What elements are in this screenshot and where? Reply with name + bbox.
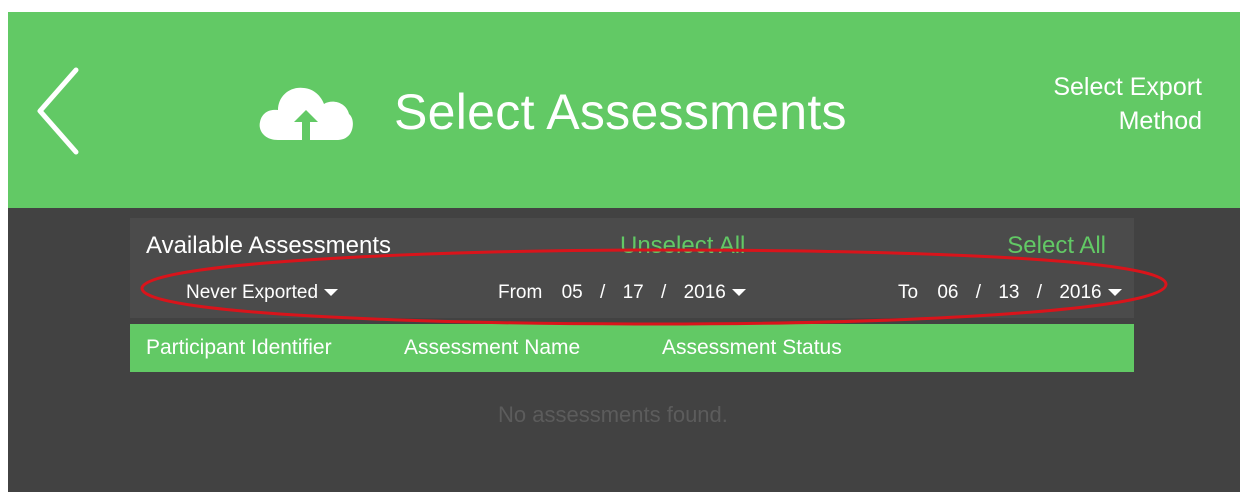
- from-day[interactable]: 17: [623, 282, 644, 303]
- caret-down-icon[interactable]: [731, 289, 746, 297]
- export-method-label-line2: Method: [1118, 107, 1202, 135]
- unselect-all-button[interactable]: Unselect All: [620, 232, 745, 260]
- column-assessment-name[interactable]: Assessment Name: [404, 336, 580, 360]
- date-separator: /: [600, 282, 606, 303]
- cloud-upload-icon: [259, 87, 353, 140]
- export-status-dropdown[interactable]: Never Exported: [186, 282, 339, 304]
- back-button[interactable]: [30, 66, 90, 156]
- select-all-button[interactable]: Select All: [1007, 232, 1106, 260]
- assessments-panel: Available Assessments Unselect All Selec…: [130, 218, 1134, 372]
- column-assessment-status[interactable]: Assessment Status: [662, 336, 842, 360]
- to-month[interactable]: 06: [937, 282, 958, 303]
- date-separator: /: [975, 282, 982, 303]
- date-separator: /: [661, 282, 667, 303]
- to-day[interactable]: 13: [998, 282, 1019, 303]
- from-label: From: [498, 282, 543, 303]
- to-date-picker: To 06 / 13 / 2016: [898, 282, 1122, 304]
- column-participant-identifier[interactable]: Participant Identifier: [146, 336, 332, 360]
- date-separator: /: [1036, 282, 1043, 303]
- to-label: To: [898, 282, 919, 303]
- caret-down-icon: [324, 289, 339, 297]
- select-export-method-button[interactable]: Select Export Method: [982, 70, 1202, 138]
- table-header: Participant Identifier Assessment Name A…: [130, 324, 1134, 372]
- title-group: Select Assessments: [258, 72, 847, 152]
- available-assessments-label: Available Assessments: [146, 232, 392, 259]
- to-year[interactable]: 2016: [1059, 282, 1101, 303]
- export-status-value: Never Exported: [186, 282, 319, 303]
- from-month[interactable]: 05: [562, 282, 583, 303]
- caret-down-icon[interactable]: [1107, 289, 1122, 297]
- export-method-label-line1: Select Export: [1053, 73, 1202, 101]
- empty-state-message: No assessments found.: [498, 402, 728, 427]
- chevron-left-icon: [37, 67, 79, 155]
- from-date-picker: From 05 / 17 / 2016: [498, 282, 746, 304]
- panel-toolbar: Available Assessments Unselect All Selec…: [130, 218, 1134, 318]
- page-title: Select Assessments: [394, 84, 847, 140]
- filter-row: Never Exported From 05 / 17 / 2016 To 06…: [130, 282, 1134, 312]
- header-bar: Select Assessments Select Export Method: [8, 12, 1240, 208]
- app-window: Select Assessments Select Export Method …: [8, 12, 1240, 492]
- from-year[interactable]: 2016: [684, 282, 726, 303]
